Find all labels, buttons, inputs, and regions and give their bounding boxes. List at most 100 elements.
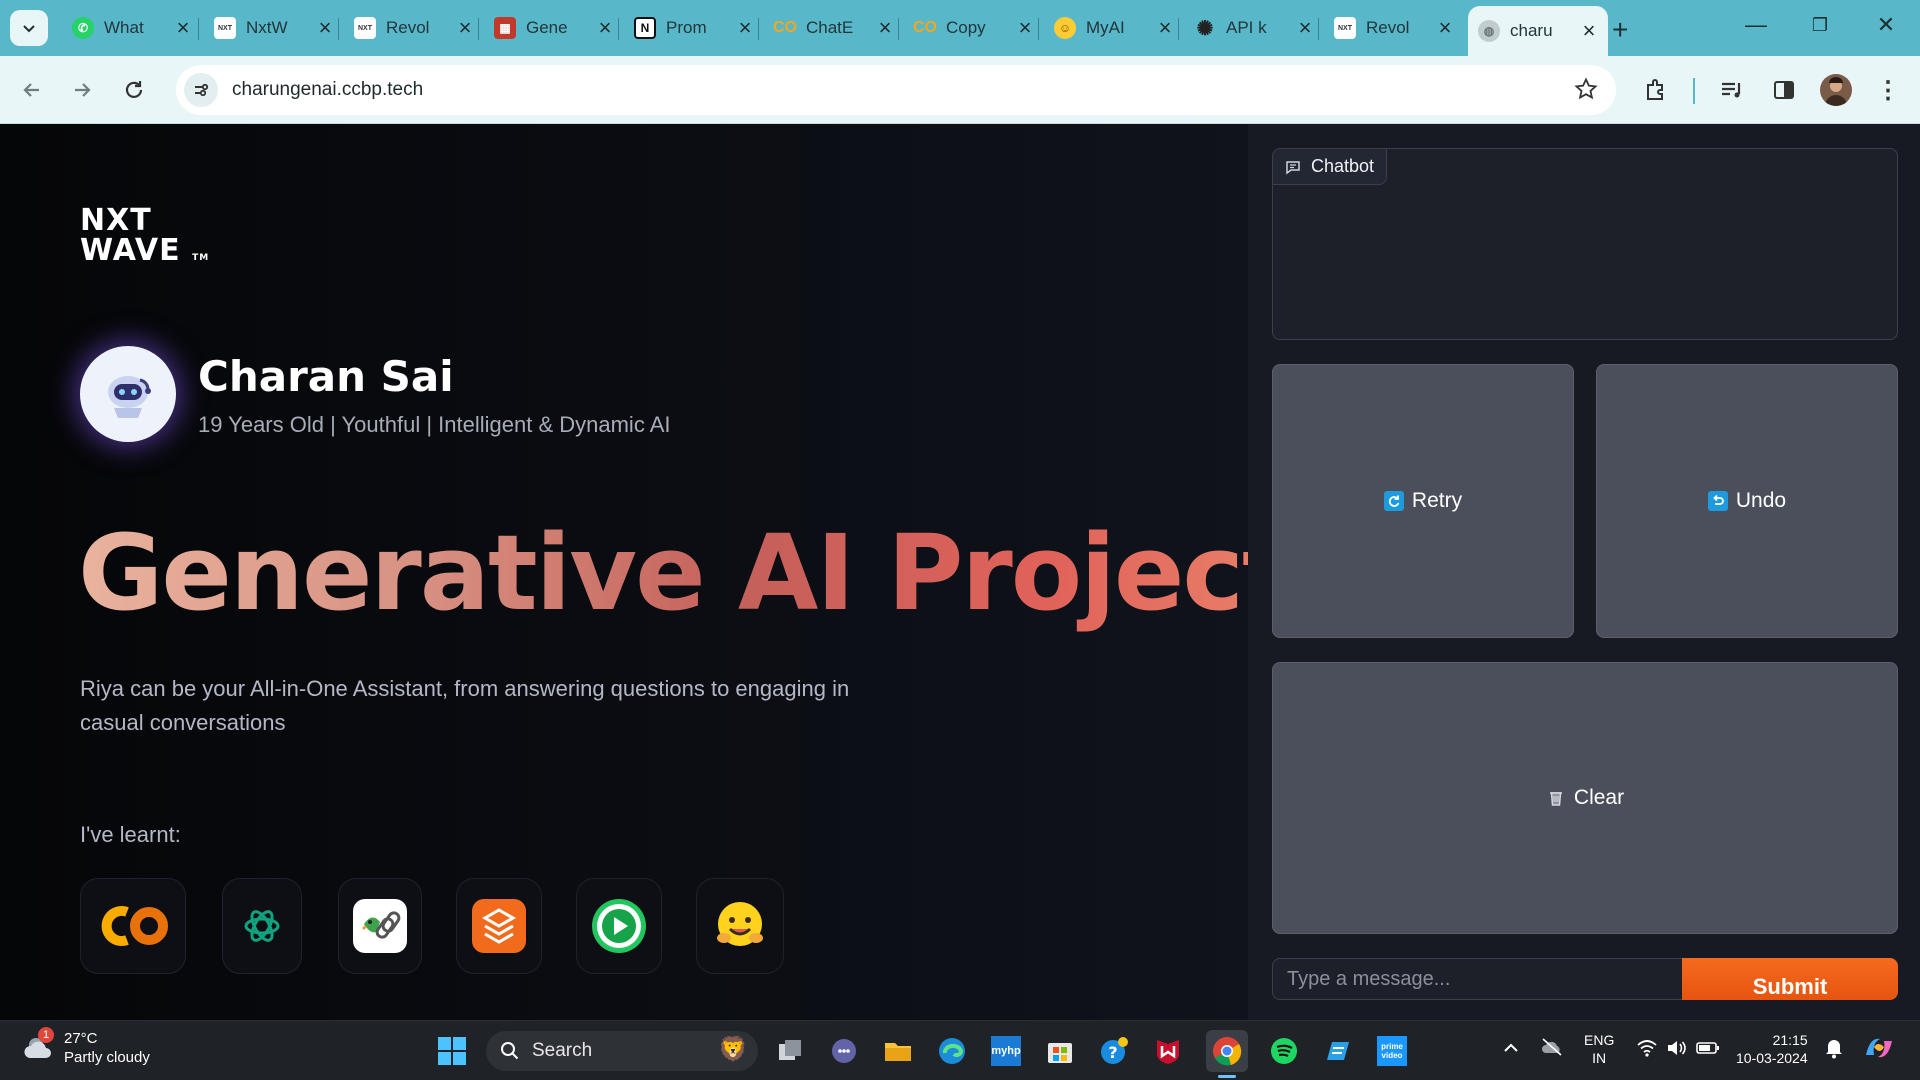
browser-tab[interactable]: ✆ What × [62, 10, 202, 46]
tab-title: NxtW [246, 18, 288, 37]
close-icon[interactable]: × [1296, 15, 1314, 41]
browser-tab[interactable]: NXT NxtW × [204, 10, 344, 46]
colab-icon [101, 906, 168, 946]
tool-card-stack [456, 878, 542, 974]
teams-chat-icon[interactable] [826, 1033, 862, 1069]
logo-line-2: WAVE [80, 233, 181, 268]
clear-label: Clear [1573, 786, 1625, 809]
tab-title: charu [1510, 21, 1553, 40]
browser-tab[interactable]: ✺ API k × [1184, 10, 1324, 46]
windows-start-icon[interactable] [434, 1033, 470, 1069]
mcafee-icon[interactable] [1150, 1033, 1186, 1069]
minimize-button[interactable]: — [1736, 12, 1776, 38]
tab-title: Revol [386, 18, 430, 37]
clock-time: 21:15 [1772, 1032, 1808, 1048]
nxtwave-logo: NXT WAVE TM [80, 206, 209, 273]
back-button[interactable] [16, 74, 48, 106]
clear-button[interactable]: Clear [1272, 662, 1898, 934]
new-tab-button[interactable]: + [1612, 14, 1628, 46]
wifi-icon[interactable] [1636, 1039, 1658, 1061]
file-explorer-icon[interactable] [880, 1033, 916, 1069]
url-text: charungenai.ccbp.tech [232, 79, 424, 100]
tab-search-button[interactable] [10, 10, 48, 46]
profile-avatar[interactable] [1820, 74, 1852, 106]
close-icon[interactable]: × [596, 15, 614, 41]
browser-tab-strip: ✆ What × NXT NxtW × NXT Revol × ▦ Gene ×… [0, 0, 1920, 56]
battery-icon[interactable] [1696, 1039, 1720, 1061]
chevron-down-icon [23, 25, 35, 33]
page-content: NXT WAVE TM Charan Sai 19 Years Old | Yo… [0, 124, 1920, 1020]
weather-widget[interactable]: 1 27°C Partly cloudy [22, 1027, 150, 1067]
tab-title: ChatE [806, 18, 854, 37]
menu-kebab-icon[interactable]: ⋮ [1872, 74, 1904, 106]
myhp-icon[interactable]: myhp [988, 1033, 1024, 1069]
logo-line-1: NXT [80, 203, 152, 238]
language-indicator[interactable]: ENG IN [1584, 1031, 1614, 1067]
browser-tab[interactable]: CO ChatE × [764, 10, 904, 46]
browser-tab[interactable]: N Prom × [624, 10, 764, 46]
notification-bell-icon[interactable] [1824, 1037, 1844, 1063]
tab-title: Prom [666, 18, 707, 37]
language-code: ENG [1584, 1032, 1615, 1048]
nxtwave-icon: NXT [354, 17, 376, 39]
taskbar-search[interactable]: Search 🦁 [486, 1031, 758, 1071]
site-info-icon[interactable] [184, 73, 218, 107]
undo-button[interactable]: Undo [1596, 364, 1898, 638]
chat-bubble-icon [1286, 160, 1300, 174]
edge-icon[interactable] [934, 1033, 970, 1069]
profile-name: Charan Sai [198, 352, 454, 401]
browser-tab[interactable]: ▦ Gene × [484, 10, 624, 46]
browser-tab-active[interactable]: ◍ charu × [1468, 6, 1608, 56]
browser-tab[interactable]: CO Copy × [904, 10, 1044, 46]
close-icon[interactable]: × [1580, 18, 1598, 44]
close-icon[interactable]: × [1016, 15, 1034, 41]
close-icon[interactable]: × [736, 15, 754, 41]
reload-button[interactable] [118, 74, 150, 106]
onedrive-offline-icon[interactable] [1540, 1037, 1564, 1061]
show-hidden-icons[interactable] [1502, 1039, 1520, 1061]
azure-data-icon[interactable] [1320, 1033, 1356, 1069]
close-icon[interactable]: × [316, 15, 334, 41]
restore-button[interactable]: ❐ [1800, 15, 1840, 36]
chatgpt-icon [244, 910, 280, 942]
extensions-icon[interactable] [1640, 74, 1672, 106]
tool-card-huggingface [696, 878, 784, 974]
close-icon[interactable]: × [1436, 15, 1454, 41]
bookmark-star-icon[interactable] [1574, 77, 1598, 106]
globe-icon: ◍ [1478, 20, 1500, 42]
clock[interactable]: 21:15 10-03-2024 [1736, 1031, 1808, 1067]
colab-icon: CO [913, 19, 937, 36]
media-controls-icon[interactable] [1716, 74, 1748, 106]
tab-title: Gene [526, 18, 568, 37]
stack-icon [472, 899, 526, 953]
profile-tagline: 19 Years Old | Youthful | Intelligent & … [198, 412, 671, 437]
chatbot-title: Chatbot [1311, 156, 1375, 176]
get-help-icon[interactable]: ? [1096, 1033, 1132, 1069]
submit-button[interactable]: Submit [1682, 958, 1898, 1000]
close-icon[interactable]: × [876, 15, 894, 41]
close-icon[interactable]: × [174, 15, 192, 41]
weather-badge: 1 [38, 1027, 54, 1043]
close-icon[interactable]: × [1156, 15, 1174, 41]
side-panel-icon[interactable] [1768, 74, 1800, 106]
tram-icon: ▦ [494, 17, 516, 39]
message-input[interactable] [1272, 958, 1682, 1000]
browser-tab[interactable]: NXT Revol × [1324, 10, 1464, 46]
copilot-icon[interactable] [1862, 1033, 1896, 1067]
browser-tab[interactable]: ☺ MyAI × [1044, 10, 1184, 46]
tab-title: API k [1226, 18, 1267, 37]
chrome-icon[interactable] [1206, 1030, 1248, 1072]
forward-button[interactable] [66, 74, 98, 106]
volume-icon[interactable] [1666, 1039, 1688, 1061]
retry-button[interactable]: Retry [1272, 364, 1574, 638]
close-icon[interactable]: × [456, 15, 474, 41]
prime-video-icon[interactable]: prime video [1374, 1033, 1410, 1069]
task-view-icon[interactable] [772, 1033, 808, 1069]
colab-icon: CO [773, 19, 797, 36]
address-bar[interactable]: charungenai.ccbp.tech [176, 65, 1616, 115]
spotify-icon[interactable] [1266, 1033, 1302, 1069]
browser-tab[interactable]: NXT Revol × [344, 10, 484, 46]
window-close-button[interactable]: ✕ [1866, 12, 1906, 38]
microsoft-store-icon[interactable] [1042, 1033, 1078, 1069]
tool-card-chatgpt [222, 878, 302, 974]
